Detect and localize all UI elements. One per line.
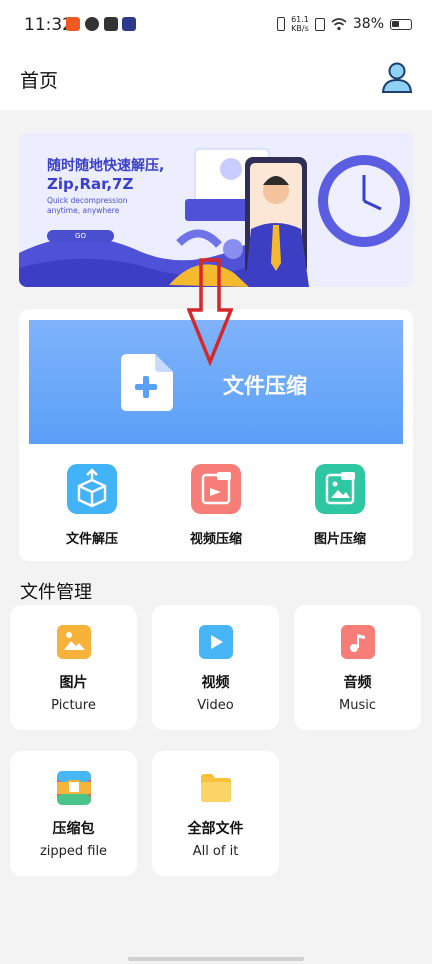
music-file-icon xyxy=(340,625,375,659)
notification-play-icon xyxy=(122,17,136,31)
folder-icon xyxy=(199,771,233,805)
file-category-picture[interactable]: 图片 Picture xyxy=(10,605,137,730)
image-zip-icon xyxy=(315,464,365,514)
notification-app-icon xyxy=(66,17,80,31)
file-category-zipped[interactable]: 压缩包 zipped file xyxy=(10,751,137,876)
file-category-music[interactable]: 音频 Music xyxy=(294,605,421,730)
net-speed-unit: KB/s xyxy=(291,24,309,33)
home-indicator[interactable] xyxy=(128,957,304,961)
vibrate-icon xyxy=(277,17,286,31)
file-category-all-sublabel: All of it xyxy=(192,844,239,859)
file-category-music-sublabel: Music xyxy=(339,698,376,713)
notification-mail-icon xyxy=(104,17,118,31)
video-file-icon xyxy=(198,625,233,659)
tool-image-compress[interactable]: 图片压缩 xyxy=(295,464,385,547)
banner-go-button[interactable]: GO xyxy=(47,230,114,242)
annotation-arrow xyxy=(187,258,233,366)
file-category-video-sublabel: Video xyxy=(197,698,234,713)
app-header: 首页 xyxy=(0,52,432,110)
banner-formats: Zip,Rar,7Z xyxy=(47,175,134,193)
tool-unzip-label: 文件解压 xyxy=(65,532,118,547)
file-category-video-label: 视频 xyxy=(201,675,230,691)
unzip-box-icon xyxy=(67,464,117,514)
file-category-picture-label: 图片 xyxy=(59,675,88,691)
net-speed: 61.1 KB/s xyxy=(291,15,309,33)
battery-percent: 38% xyxy=(352,16,384,32)
wifi-icon xyxy=(331,17,347,30)
notification-sync-icon xyxy=(85,17,99,31)
tool-image-compress-label: 图片压缩 xyxy=(313,532,366,547)
file-compress-label: 文件压缩 xyxy=(223,374,307,398)
status-bar: 11:32 61.1 KB/s 38% xyxy=(0,0,432,52)
file-category-picture-sublabel: Picture xyxy=(51,698,96,713)
tool-video-compress[interactable]: 视频压缩 xyxy=(171,464,261,547)
file-category-zipped-sublabel: zipped file xyxy=(39,844,108,859)
tool-unzip[interactable]: 文件解压 xyxy=(47,464,137,547)
file-management-title: 文件管理 xyxy=(20,582,92,603)
user-icon[interactable] xyxy=(380,60,414,94)
banner-title: 随时随地快速解压, xyxy=(47,158,165,174)
file-category-all-label: 全部文件 xyxy=(187,821,244,837)
net-speed-value: 61.1 xyxy=(291,15,309,24)
tool-video-compress-label: 视频压缩 xyxy=(189,532,242,547)
file-category-zipped-label: 压缩包 xyxy=(52,821,95,837)
no-sim-icon xyxy=(314,17,325,31)
banner-description: Quick decompression anytime, anywhere xyxy=(47,196,128,215)
picture-file-icon xyxy=(56,625,91,659)
file-category-music-label: 音频 xyxy=(343,675,372,691)
file-category-video[interactable]: 视频 Video xyxy=(152,605,279,730)
video-zip-icon xyxy=(191,464,241,514)
battery-icon xyxy=(390,18,412,30)
zip-package-icon xyxy=(56,771,91,805)
add-file-icon xyxy=(121,354,173,411)
page-title: 首页 xyxy=(20,70,59,92)
file-category-all[interactable]: 全部文件 All of it xyxy=(152,751,279,876)
status-right: 61.1 KB/s 38% xyxy=(277,15,412,33)
